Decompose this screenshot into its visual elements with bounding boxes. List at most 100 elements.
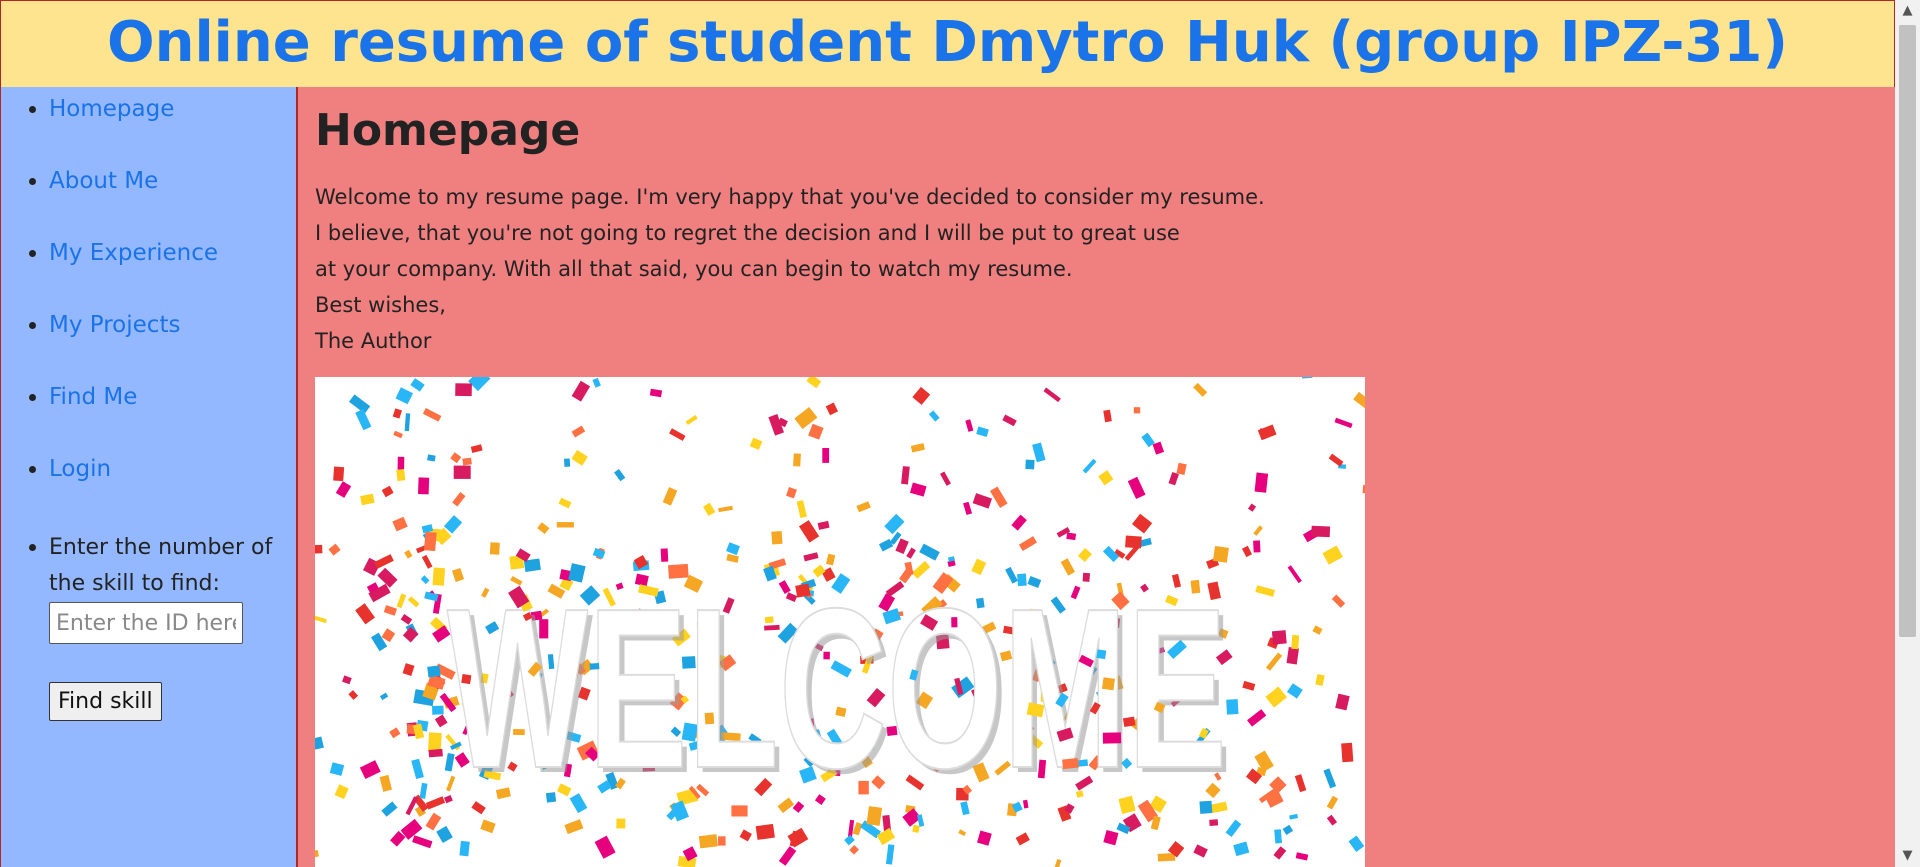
confetti-piece: [427, 454, 436, 462]
nav-link-homepage[interactable]: Homepage: [49, 96, 174, 122]
vertical-scrollbar[interactable]: ▲ ▼: [1895, 0, 1920, 867]
confetti-piece: [436, 825, 453, 844]
nav-link-login[interactable]: Login: [49, 456, 111, 482]
confetti-piece: [1265, 686, 1288, 708]
confetti-piece: [383, 605, 398, 616]
confetti-piece: [1102, 732, 1122, 744]
confetti-piece: [1241, 545, 1253, 558]
confetti-piece: [1326, 795, 1339, 810]
confetti-piece: [1242, 680, 1256, 691]
intro-line: Best wishes,: [315, 293, 446, 317]
confetti-piece: [424, 591, 439, 602]
confetti-piece: [1225, 819, 1242, 837]
page: Online resume of student Dmytro Huk (gro…: [0, 0, 1895, 867]
confetti-piece: [858, 780, 869, 795]
confetti-piece: [989, 486, 1008, 508]
main-content: Homepage Welcome to my resume page. I'm …: [298, 87, 1895, 867]
confetti-piece: [1341, 742, 1354, 763]
confetti-piece: [453, 465, 471, 479]
confetti-piece: [315, 736, 324, 751]
confetti-graphic: WELCOME WELCOME: [315, 377, 1365, 867]
confetti-piece: [443, 515, 463, 534]
sidebar-item-my-projects: My Projects: [49, 303, 296, 375]
confetti-piece: [423, 531, 437, 552]
confetti-piece: [1002, 414, 1017, 427]
confetti-piece: [407, 596, 420, 608]
confetti-piece: [421, 554, 433, 569]
find-skill-button[interactable]: Find skill: [49, 682, 162, 721]
confetti-piece: [411, 758, 424, 780]
confetti-piece: [1131, 513, 1153, 534]
confetti-piece: [1168, 472, 1179, 486]
confetti-piece: [393, 430, 403, 439]
confetti-piece: [432, 567, 446, 586]
confetti-piece: [793, 453, 801, 467]
confetti-piece: [397, 456, 405, 470]
chevron-down-icon[interactable]: ▼: [1895, 845, 1920, 867]
confetti-piece: [392, 516, 408, 532]
confetti-piece: [405, 796, 419, 816]
nav-link-my-projects[interactable]: My Projects: [49, 312, 180, 338]
confetti-piece: [895, 538, 909, 555]
page-heading: Homepage: [315, 105, 581, 156]
confetti-piece: [402, 626, 419, 643]
confetti-piece: [571, 380, 591, 402]
confetti-piece: [958, 829, 967, 837]
confetti-piece: [1209, 819, 1219, 826]
skill-id-input[interactable]: [49, 602, 243, 644]
confetti-piece: [852, 822, 863, 836]
confetti-piece: [564, 458, 571, 467]
confetti-piece: [315, 544, 323, 554]
intro-paragraph: Welcome to my resume page. I'm very happ…: [315, 179, 1265, 359]
confetti-piece: [564, 819, 584, 835]
confetti-piece: [940, 471, 951, 486]
nav-link-my-experience[interactable]: My Experience: [49, 240, 218, 266]
confetti-piece: [649, 388, 663, 398]
nav-link-find-me[interactable]: Find Me: [49, 384, 137, 410]
confetti-piece: [558, 497, 572, 509]
confetti-piece: [381, 801, 398, 817]
confetti-piece: [1011, 514, 1027, 531]
confetti-piece: [1082, 458, 1097, 474]
confetti-piece: [1247, 503, 1257, 512]
nav-link-about-me[interactable]: About Me: [49, 168, 158, 194]
sidebar-item-about-me: About Me: [49, 159, 296, 231]
confetti-piece: [428, 732, 442, 752]
confetti-piece: [795, 583, 811, 598]
confetti-piece: [1133, 407, 1141, 414]
confetti-piece: [1103, 830, 1119, 846]
confetti-piece: [796, 500, 807, 519]
confetti-piece: [703, 502, 716, 517]
confetti-piece: [1331, 594, 1346, 608]
confetti-piece: [425, 812, 442, 831]
confetti-piece: [1257, 424, 1277, 441]
confetti-piece: [1066, 532, 1077, 541]
skill-search-item: Enter the number of the skill to find: F…: [49, 519, 296, 721]
confetti-piece: [1311, 525, 1331, 538]
confetti-piece: [856, 501, 871, 513]
confetti-piece: [571, 425, 586, 438]
confetti-piece: [470, 444, 483, 453]
confetti-piece: [1233, 841, 1250, 857]
confetti-piece: [906, 547, 916, 559]
confetti-piece: [614, 468, 626, 482]
scrollbar-thumb[interactable]: [1899, 25, 1916, 637]
confetti-piece: [1255, 585, 1275, 597]
confetti-piece: [884, 513, 905, 535]
confetti-piece: [1193, 844, 1208, 858]
confetti-piece: [432, 705, 444, 715]
confetti-piece: [1323, 768, 1337, 789]
confetti-piece: [803, 552, 819, 562]
confetti-piece: [377, 567, 398, 588]
confetti-piece: [912, 386, 931, 405]
confetti-piece: [660, 548, 669, 562]
confetti-piece: [718, 836, 726, 846]
confetti-piece: [1254, 750, 1274, 772]
confetti-piece: [1096, 649, 1107, 660]
confetti-piece: [389, 727, 401, 739]
confetti-piece: [480, 819, 496, 834]
confetti-piece: [412, 835, 433, 849]
confetti-piece: [489, 542, 500, 555]
chevron-up-icon[interactable]: ▲: [1895, 0, 1920, 22]
confetti-piece: [1157, 853, 1176, 862]
